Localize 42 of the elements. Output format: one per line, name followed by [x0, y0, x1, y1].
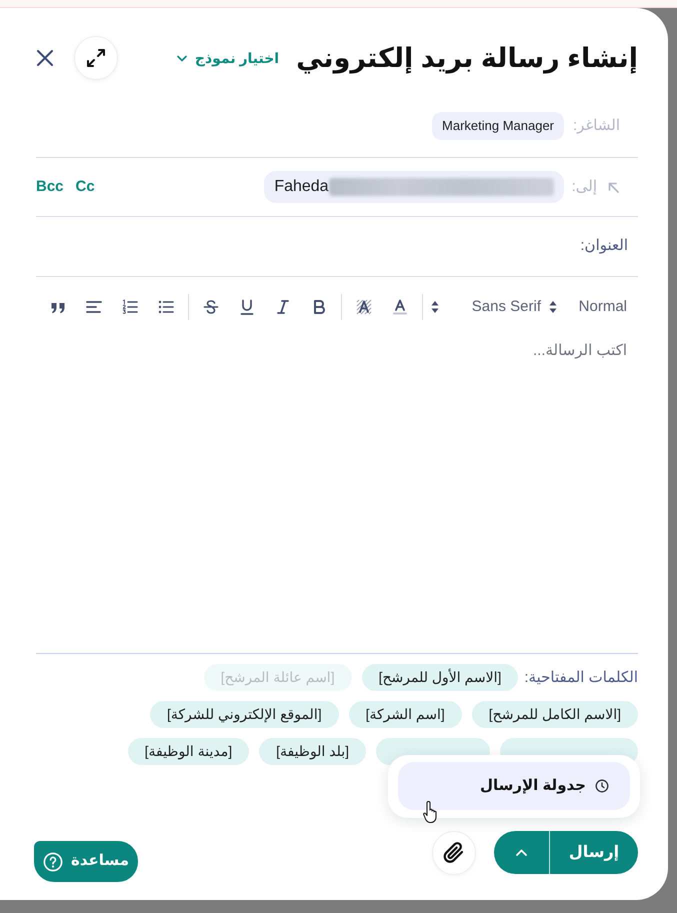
paperclip-icon: [442, 841, 466, 865]
format-picker[interactable]: Sans Serif: [431, 296, 541, 318]
keyword-tag[interactable]: [اسم الشركة]: [348, 701, 462, 728]
keywords-label: الكلمات المفتاحية:: [524, 668, 638, 688]
attach-button[interactable]: [432, 831, 476, 875]
send-options-button[interactable]: [494, 831, 549, 874]
send-button[interactable]: إرسال: [549, 831, 638, 874]
format-picker[interactable]: Normal: [549, 296, 627, 318]
field-label: إلى:: [572, 176, 597, 197]
keyword-tag[interactable]: [الاسم الأول للمرشح]: [362, 664, 518, 691]
value-chip: Marketing Manager: [432, 112, 564, 140]
up-down-icon: [549, 300, 557, 314]
help-button[interactable]: مساعدة: [34, 841, 138, 882]
highlight-color-icon[interactable]: [355, 298, 373, 316]
recipient-option-link[interactable]: Cc: [76, 176, 95, 198]
dialog-title: إنشاء رسالة بريد إلكتروني: [296, 42, 638, 76]
field-label: العنوان:: [580, 236, 628, 256]
text-color-icon[interactable]: [391, 298, 409, 316]
keyword-tag[interactable]: [بلد الوظيفة]: [259, 738, 366, 765]
close-icon[interactable]: [36, 49, 54, 67]
expand-button[interactable]: [74, 36, 118, 80]
template-picker[interactable]: اختيار نموذج: [176, 48, 280, 68]
align-left-icon[interactable]: [85, 298, 103, 316]
keyword-tag[interactable]: [الاسم الكامل للمرشح]: [472, 701, 638, 728]
clock-icon: [595, 779, 609, 793]
chevron-down-icon: [176, 54, 187, 62]
recipient-field[interactable]: Faheda: [264, 171, 564, 203]
keyword-tag[interactable]: [الموقع الإلكتروني للشركة]: [150, 701, 339, 728]
numbered-list-icon[interactable]: [121, 298, 139, 316]
up-down-icon: [431, 300, 439, 314]
caret-up-icon: [515, 848, 528, 857]
expand-icon: [85, 47, 107, 69]
field-label: الشاغر:: [573, 116, 620, 136]
keyword-tag[interactable]: [مدينة الوظيفة]: [128, 738, 250, 765]
bullet-list-icon[interactable]: [157, 298, 175, 316]
recipient-text: Faheda: [274, 177, 329, 197]
help-icon: [43, 852, 64, 872]
strikethrough-icon[interactable]: [202, 298, 220, 316]
italic-icon[interactable]: [274, 298, 292, 316]
menu-item[interactable]: جدولة الإرسال: [398, 762, 630, 810]
underline-icon[interactable]: [238, 298, 256, 316]
recipient-option-link[interactable]: Bcc: [36, 176, 64, 198]
